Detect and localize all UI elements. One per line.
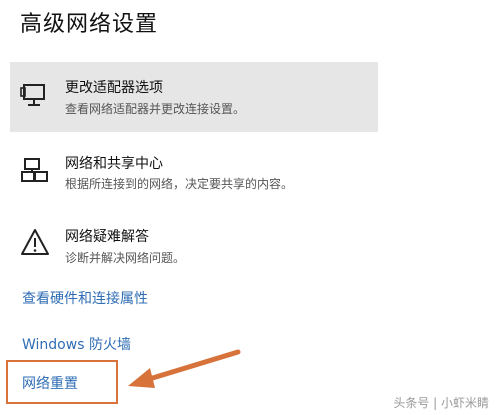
network-reset-link[interactable]: 网络重置 (22, 373, 78, 393)
page-title: 高级网络设置 (20, 12, 159, 37)
option-network-sharing-center[interactable]: 网络和共享中心 根据所连接到的网络，决定要共享的内容。 (10, 140, 378, 210)
option-title: 更改适配器选项 (65, 80, 163, 96)
hardware-properties-link[interactable]: 查看硬件和连接属性 (22, 288, 148, 308)
option-title: 网络疑难解答 (65, 229, 149, 245)
network-reset-highlight-box: 网络重置 (6, 360, 118, 404)
firewall-link[interactable]: Windows 防火墙 (22, 334, 131, 354)
option-description: 诊断并解决网络问题。 (65, 251, 186, 265)
option-description: 根据所连接到的网络，决定要共享的内容。 (65, 177, 294, 191)
warning-icon (20, 227, 50, 257)
monitor-icon (20, 80, 50, 110)
option-change-adapter[interactable]: 更改适配器选项 查看网络适配器并更改连接设置。 (10, 62, 378, 132)
option-network-troubleshoot[interactable]: 网络疑难解答 诊断并解决网络问题。 (10, 215, 378, 285)
option-title: 网络和共享中心 (65, 156, 163, 172)
watermark: 头条号 | 小虾米睛 (393, 396, 489, 410)
option-description: 查看网络适配器并更改连接设置。 (65, 102, 246, 116)
network-sharing-icon (20, 156, 50, 186)
